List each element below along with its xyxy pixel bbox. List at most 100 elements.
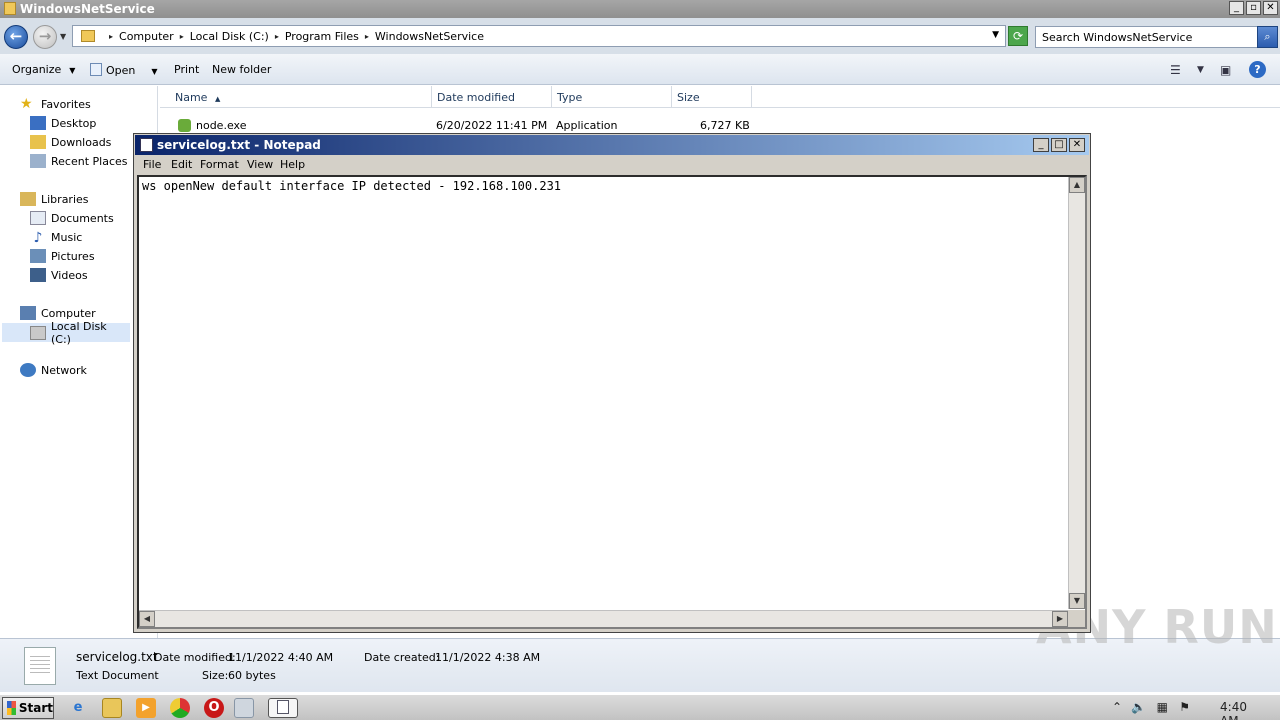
network-status-icon[interactable]: ▦ — [1157, 700, 1168, 714]
menu-help[interactable]: Help — [280, 158, 305, 171]
menu-format[interactable]: Format — [200, 158, 239, 171]
view-options-icon[interactable]: ☰ — [1170, 63, 1181, 77]
downloads-icon — [30, 135, 46, 149]
nav-libraries[interactable]: Libraries — [20, 192, 89, 206]
search-input[interactable]: Search WindowsNetService — [1035, 26, 1258, 48]
back-button[interactable]: ← — [4, 25, 28, 49]
preview-pane-icon[interactable]: ▣ — [1220, 63, 1231, 77]
open-label: Open — [106, 64, 136, 77]
notepad-close-button[interactable]: ✕ — [1069, 138, 1085, 152]
notepad-taskbar-button[interactable] — [268, 698, 298, 718]
details-created-label: Date created: — [364, 651, 440, 664]
file-explorer-icon[interactable] — [102, 698, 122, 718]
breadcrumb-program-files[interactable]: Program Files — [285, 30, 359, 43]
address-dropdown-icon[interactable]: ▼ — [992, 30, 999, 40]
notepad-title-bar[interactable]: servicelog.txt - Notepad _ □ ✕ — [135, 135, 1089, 155]
menu-file[interactable]: File — [143, 158, 161, 171]
videos-icon — [30, 268, 46, 282]
close-button[interactable]: ✕ — [1263, 1, 1278, 15]
folder-icon — [81, 30, 95, 42]
nav-libraries-label: Libraries — [41, 192, 89, 206]
file-type: Application — [556, 119, 618, 132]
explorer-title-bar[interactable]: WindowsNetService _ ▫ ✕ — [0, 0, 1280, 18]
notepad-maximize-button[interactable]: □ — [1051, 138, 1067, 152]
details-size-label: Size: — [202, 669, 229, 682]
explorer-window-title: WindowsNetService — [20, 2, 155, 16]
organize-label: Organize — [12, 63, 62, 76]
notepad-minimize-button[interactable]: _ — [1033, 138, 1049, 152]
details-modified-label: Date modified: — [154, 651, 236, 664]
pictures-icon — [30, 249, 46, 263]
horizontal-scrollbar[interactable]: ◀ ▶ — [139, 610, 1068, 627]
print-button[interactable]: Print — [174, 63, 199, 76]
maximize-button[interactable]: ▫ — [1246, 1, 1261, 15]
nav-network[interactable]: Network — [20, 363, 87, 377]
internet-explorer-icon[interactable]: e — [68, 698, 88, 718]
nav-desktop[interactable]: Desktop — [30, 116, 96, 130]
chevron-right-icon[interactable]: ▸ — [180, 32, 184, 41]
start-button[interactable]: Start — [2, 697, 54, 719]
notepad-icon — [140, 138, 153, 152]
volume-icon[interactable]: 🔈 — [1131, 700, 1146, 714]
nav-computer[interactable]: Computer — [20, 306, 96, 320]
notepad-menu-bar: File Edit Format View Help — [135, 155, 1089, 174]
nav-recent-label: Recent Places — [51, 154, 128, 168]
new-folder-button[interactable]: New folder — [212, 63, 271, 76]
column-name[interactable]: Name ▲ — [170, 86, 432, 108]
chevron-down-icon[interactable]: ▼ — [1197, 65, 1204, 75]
minimize-button[interactable]: _ — [1229, 1, 1244, 15]
clock[interactable]: 4:40 AM — [1220, 700, 1247, 720]
address-bar[interactable]: ▸ Computer ▸ Local Disk (C:) ▸ Program File… — [72, 25, 1006, 47]
app-icon[interactable] — [234, 698, 254, 718]
chrome-icon[interactable] — [170, 698, 190, 718]
forward-button[interactable]: → — [33, 25, 57, 49]
vertical-scrollbar[interactable]: ▲ ▼ — [1068, 177, 1085, 609]
nav-downloads-label: Downloads — [51, 135, 112, 149]
column-date-modified[interactable]: Date modified — [432, 86, 552, 108]
search-button[interactable]: ⌕ — [1257, 26, 1278, 48]
column-type[interactable]: Type — [552, 86, 672, 108]
history-dropdown-icon[interactable]: ▼ — [60, 32, 66, 41]
nav-pictures[interactable]: Pictures — [30, 249, 95, 263]
text-document-icon — [24, 647, 56, 685]
nav-network-label: Network — [41, 363, 87, 377]
open-menu[interactable]: Open ▼ — [90, 63, 158, 77]
refresh-button[interactable]: ⟳ — [1008, 26, 1028, 46]
document-icon — [90, 63, 102, 76]
show-hidden-icons-icon[interactable]: ⌃ — [1112, 700, 1122, 714]
chevron-right-icon[interactable]: ▸ — [109, 32, 113, 41]
menu-edit[interactable]: Edit — [171, 158, 192, 171]
help-icon[interactable]: ? — [1249, 61, 1266, 78]
resize-grip[interactable] — [1068, 610, 1085, 627]
nav-videos[interactable]: Videos — [30, 268, 88, 282]
documents-icon — [30, 211, 46, 225]
organize-menu[interactable]: Organize ▼ — [12, 63, 75, 76]
scroll-up-icon[interactable]: ▲ — [1069, 177, 1085, 193]
nav-downloads[interactable]: Downloads — [30, 135, 111, 149]
scroll-right-icon[interactable]: ▶ — [1052, 611, 1068, 627]
chevron-right-icon[interactable]: ▸ — [275, 32, 279, 41]
notepad-window-controls: _ □ ✕ — [1033, 138, 1085, 152]
media-player-icon[interactable]: ▶ — [136, 698, 156, 718]
breadcrumb-windowsnetservice[interactable]: WindowsNetService — [375, 30, 484, 43]
scroll-left-icon[interactable]: ◀ — [139, 611, 155, 627]
chevron-right-icon[interactable]: ▸ — [365, 32, 369, 41]
nav-favorites[interactable]: ★ Favorites — [20, 96, 91, 112]
file-row[interactable]: node.exe 6/20/2022 11:41 PM Application … — [160, 116, 760, 134]
nav-local-disk-label: Local Disk (C:) — [50, 319, 107, 346]
breadcrumb-local-disk[interactable]: Local Disk (C:) — [190, 30, 269, 43]
action-center-flag-icon[interactable]: ⚑ — [1179, 700, 1190, 714]
scroll-down-icon[interactable]: ▼ — [1069, 593, 1085, 609]
file-size: 6,727 KB — [700, 119, 750, 132]
nav-local-disk[interactable]: Local Disk (C:) — [2, 320, 130, 346]
nav-documents[interactable]: Documents — [30, 211, 114, 225]
notepad-text-area[interactable]: ws openNew default interface IP detected… — [137, 175, 1087, 629]
opera-icon[interactable]: O — [204, 698, 224, 718]
chevron-down-icon: ▼ — [151, 67, 158, 76]
menu-view[interactable]: View — [247, 158, 273, 171]
column-size[interactable]: Size — [672, 86, 752, 108]
details-size-value: 60 bytes — [228, 669, 276, 682]
nav-music[interactable]: ♪ Music — [30, 230, 83, 246]
nav-recent-places[interactable]: Recent Places — [30, 154, 128, 168]
breadcrumb-computer[interactable]: Computer — [119, 30, 174, 43]
